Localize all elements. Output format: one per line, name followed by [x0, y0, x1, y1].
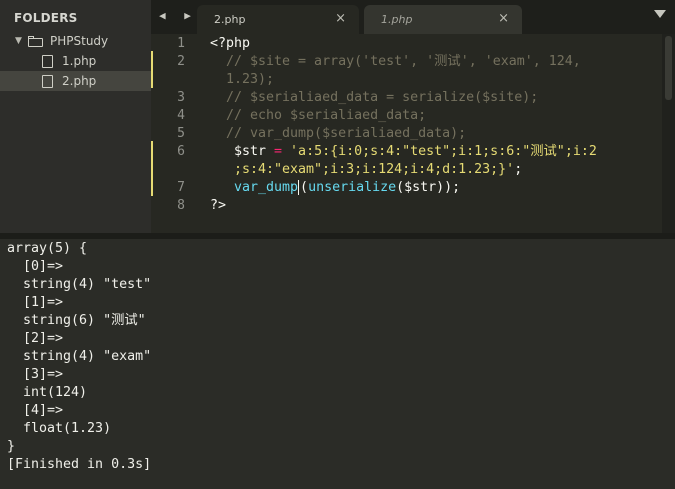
- folder-name: PHPStudy: [50, 34, 109, 48]
- close-icon[interactable]: ×: [498, 11, 509, 26]
- sidebar-item-1php[interactable]: 1.php: [0, 51, 151, 71]
- tab-nav-arrows-icon[interactable]: ◀ ▶: [159, 9, 197, 22]
- file-icon: [42, 74, 53, 88]
- close-icon[interactable]: ×: [335, 11, 346, 26]
- line-number: 8: [177, 198, 185, 213]
- file-name: 1.php: [62, 54, 97, 68]
- code-token: var_dump: [234, 180, 299, 195]
- code-line[interactable]: 1.23);: [226, 71, 274, 89]
- code-token: =: [274, 144, 283, 159]
- code-token: ;: [514, 162, 523, 177]
- output-line: [0]=>: [7, 259, 64, 274]
- folder-icon: [28, 35, 44, 47]
- sidebar: FOLDERS ▼ PHPStudy 1.php 2.php: [0, 0, 152, 233]
- code-token: // $serialiaed_data = serialize($site);: [226, 90, 539, 105]
- tab-label: 1.php: [381, 13, 413, 26]
- folder-expand-icon[interactable]: ▼: [15, 36, 25, 46]
- code-token: // var_dump($serialiaed_data);: [226, 126, 467, 141]
- tab-label: 2.php: [214, 13, 246, 26]
- output-line: [1]=>: [7, 295, 64, 310]
- output-line: [2]=>: [7, 331, 64, 346]
- line-number: 5: [177, 126, 185, 141]
- text-cursor: [298, 179, 300, 195]
- output-line: [Finished in 0.3s]: [7, 457, 152, 472]
- line-number: 6: [177, 144, 185, 159]
- line-number: [151, 71, 185, 89]
- line-number: 3: [177, 90, 185, 105]
- line-number: 2: [177, 54, 185, 69]
- line-number: [151, 161, 185, 179]
- file-name: 2.php: [62, 74, 97, 88]
- code-line[interactable]: // $serialiaed_data = serialize($site);: [226, 89, 538, 107]
- output-line: array(5) {: [7, 241, 88, 256]
- code-token: ;s:4:"exam";i:3;i:124;i:4;d:1.23;}': [234, 162, 515, 177]
- build-output-panel: array(5) { [0]=> string(4) "test" [1]=> …: [0, 239, 675, 489]
- output-line: int(124): [7, 385, 88, 400]
- tab-bar: ◀ ▶ 2.php × 1.php ×: [151, 0, 675, 34]
- folder-item-phpstudy[interactable]: ▼ PHPStudy: [0, 31, 151, 51]
- output-line: [4]=>: [7, 403, 64, 418]
- chevron-down-icon[interactable]: [654, 10, 666, 18]
- output-line: string(4) "exam": [7, 349, 152, 364]
- code-token: // echo $serialiaed_data;: [226, 108, 427, 123]
- code-token: (: [300, 180, 309, 195]
- code-token: ($str));: [396, 180, 461, 195]
- code-line[interactable]: ?>: [210, 197, 226, 215]
- code-line[interactable]: // echo $serialiaed_data;: [226, 107, 426, 125]
- file-icon: [42, 54, 53, 68]
- code-line[interactable]: ;s:4:"exam";i:3;i:124;i:4;d:1.23;}';: [234, 161, 522, 179]
- code-line[interactable]: $str = 'a:5:{i:0;s:4:"test";i:1;s:6:"测试"…: [234, 143, 597, 161]
- code-token: 1.23);: [226, 72, 275, 87]
- line-number: 7: [177, 180, 185, 195]
- code-token: <?php: [210, 36, 251, 51]
- code-token: $str: [234, 144, 275, 159]
- output-line: }: [7, 439, 16, 454]
- output-line: string(6) "测试": [7, 313, 146, 328]
- code-token: unserialize: [308, 180, 397, 195]
- editor-scrollbar[interactable]: [662, 34, 675, 233]
- code-token: ?>: [210, 198, 227, 213]
- tab-1php[interactable]: 1.php ×: [364, 5, 522, 34]
- tab-2php[interactable]: 2.php ×: [197, 5, 359, 34]
- output-line: float(1.23): [7, 421, 112, 436]
- code-line[interactable]: <?php: [210, 35, 250, 53]
- line-number: 1: [177, 36, 185, 51]
- code-editor[interactable]: 1 2 3 4 5 6 7 8 <?php // $site = array('test', '测…: [151, 34, 662, 233]
- code-token: // $site = array('test', '测试', 'exam', 1…: [226, 54, 581, 69]
- line-number: 4: [177, 108, 185, 123]
- output-line: string(4) "test": [7, 277, 152, 292]
- scrollbar-thumb[interactable]: [665, 36, 672, 100]
- code-token: 'a:5:{i:0;s:4:"test";i:1;s:6:"测试";i:2: [282, 144, 597, 159]
- output-line: [3]=>: [7, 367, 64, 382]
- code-line[interactable]: var_dump (unserialize($str));: [234, 179, 460, 197]
- folders-header: FOLDERS: [14, 11, 78, 25]
- code-line[interactable]: // var_dump($serialiaed_data);: [226, 125, 466, 143]
- code-line[interactable]: // $site = array('test', '测试', 'exam', 1…: [226, 53, 581, 71]
- sidebar-item-2php[interactable]: 2.php: [0, 71, 151, 91]
